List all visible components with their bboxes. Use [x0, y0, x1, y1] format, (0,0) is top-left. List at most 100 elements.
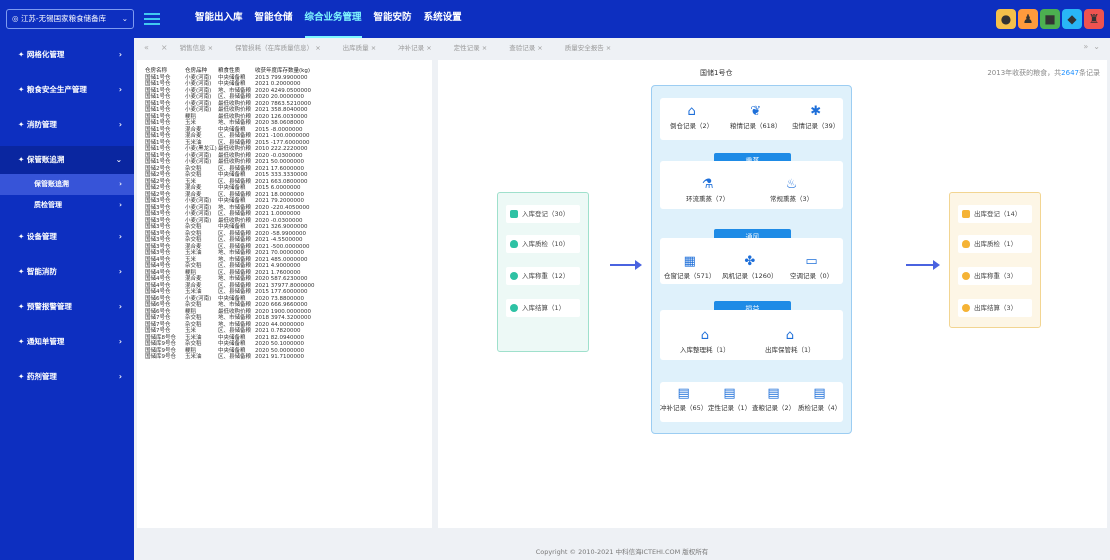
nav-item-inbound[interactable]: 智能出入库: [195, 0, 243, 38]
qualitative-record-item[interactable]: ▤ 定性记录（1）: [708, 386, 751, 412]
harvest-year: 2021: [255, 269, 269, 276]
circulation-fumigation-item[interactable]: ⚗ 环流熏蒸（7）: [686, 177, 729, 203]
stock-quantity: 485.0000000: [270, 256, 308, 263]
harvest-year: 2021: [255, 198, 269, 204]
tab-outbound-quality[interactable]: 出库质量 ×: [343, 42, 377, 52]
gear-icon: ✦: [18, 372, 27, 381]
tab-scroll-right-icon[interactable]: » ⌄: [1083, 38, 1100, 56]
inbound-loss-item[interactable]: ⌂ 入库整理耗（1）: [680, 328, 730, 354]
grain-condition-item[interactable]: ❦ 粮情记录（618）: [730, 104, 781, 130]
sidebar-item-label: 网格化管理: [26, 50, 65, 59]
summary-count: 2647: [1061, 69, 1079, 77]
stock-quantity: 82.0940000: [270, 334, 304, 341]
harvest-year: 2020: [255, 230, 269, 237]
ac-record-item[interactable]: ▭ 空调记录（0）: [790, 254, 833, 280]
sidebar-item-chemical[interactable]: ✦ 药剂管理 ›: [0, 363, 134, 391]
offset-record-item[interactable]: ▤ 冲补记录（65）: [660, 386, 707, 412]
stock-quantity: 3974.3200000: [270, 315, 311, 321]
ventilation-card: ▦ 仓窗记录（571） ✤ 风机记录（1260） ▭ 空调记录（0）: [660, 238, 843, 284]
sidebar-item-fire[interactable]: ✦ 消防管理 ›: [0, 111, 134, 139]
regular-fumigation-item[interactable]: ♨ 常规熏蒸（3）: [770, 177, 813, 203]
harvest-year: 2015: [255, 289, 269, 295]
nav-item-business[interactable]: 综合业务管理: [304, 0, 362, 38]
close-all-tabs-icon[interactable]: ×: [161, 43, 168, 52]
stock-quantity: 358.8040000: [270, 107, 308, 113]
user-icon[interactable]: ♟: [1018, 9, 1038, 29]
item-label: 出库保管耗（1）: [765, 346, 815, 354]
transfer-record-item[interactable]: ⌂ 倒仓记录（2）: [670, 104, 713, 130]
tab-qualitative-records[interactable]: 定性记录 ×: [454, 42, 488, 52]
shield-icon: [962, 240, 970, 248]
user-icon: [510, 272, 518, 280]
button-label: 入库结算（1）: [522, 304, 566, 312]
button-label: 入库称重（12）: [522, 272, 570, 280]
fan-icon: ✤: [744, 254, 756, 269]
stock-quantity: -500.0000000: [270, 243, 310, 250]
outbound-loss-item[interactable]: ⌂ 出库保管耗（1）: [765, 328, 815, 354]
sidebar-subitem-label: 保管账追溯: [34, 180, 69, 188]
sidebar-item-label: 智能消防: [26, 267, 57, 276]
window-record-item[interactable]: ▦ 仓窗记录（571）: [664, 254, 715, 280]
gear-icon: ✦: [18, 267, 27, 276]
sidebar-subitem-quality[interactable]: 质检管理 ›: [0, 195, 134, 216]
harvest-year: 2021: [255, 243, 269, 250]
sidebar-item-alarm[interactable]: ✦ 预警报警管理 ›: [0, 293, 134, 321]
sidebar-item-grid[interactable]: ✦ 网格化管理 ›: [0, 41, 134, 69]
harvest-year: 2013: [255, 74, 269, 81]
sidebar-item-notice[interactable]: ✦ 通知单管理 ›: [0, 328, 134, 356]
stock-quantity: 91.7100000: [270, 354, 304, 360]
outbound-inspection-button[interactable]: 出库质检（1）: [958, 235, 1032, 253]
harvest-year: 2021: [255, 328, 269, 334]
record-summary: 2013年收获的粮食，共2647条记录: [987, 68, 1100, 78]
tab-sales[interactable]: 销售信息 ×: [180, 42, 214, 52]
inbound-register-button[interactable]: 入库登记（30）: [506, 205, 580, 223]
sidebar-item-safety[interactable]: ✦ 粮食安全生产管理 ›: [0, 76, 134, 104]
user-group-icon[interactable]: ♜: [1084, 9, 1104, 29]
inbound-settlement-button[interactable]: 入库结算（1）: [506, 299, 580, 317]
item-label: 空调记录（0）: [790, 272, 834, 280]
house-icon: ⌂: [687, 104, 696, 119]
bell-icon[interactable]: ●: [996, 9, 1016, 29]
sidebar-subitem-trace[interactable]: 保管账追溯 ›: [0, 174, 134, 195]
fan-record-item[interactable]: ✤ 风机记录（1260）: [722, 254, 778, 280]
tab-quality-report[interactable]: 质量安全报告 ×: [565, 42, 612, 52]
harvest-year: 2020: [255, 120, 269, 126]
outbound-weighing-button[interactable]: 出库称重（3）: [958, 267, 1032, 285]
stock-quantity: 44.0000000: [270, 321, 304, 328]
inbound-inspection-button[interactable]: 入库质检（10）: [506, 235, 580, 253]
tab-scroll-left-icon[interactable]: «: [144, 43, 149, 52]
sidebar-item-trace[interactable]: ✦ 保管账追溯 ⌄: [0, 146, 134, 174]
register-icon: [962, 210, 970, 218]
tab-storage-loss[interactable]: 保管损耗（在库质量信息） ×: [235, 42, 321, 52]
quality-record-item[interactable]: ▤ 质检记录（4）: [798, 386, 841, 412]
nav-item-storage[interactable]: 智能仓储: [255, 0, 293, 38]
grain-check-record-item[interactable]: ▤ 查粮记录（2）: [752, 386, 795, 412]
harvest-year: 2015: [255, 139, 269, 146]
inventory-table-panel: 仓房名称 仓房品种 粮食性质 收获年度库存数量(kg) 国储1号仓 小麦(河南) 中央储备粮…: [137, 60, 432, 528]
gear-icon: ✦: [18, 337, 27, 346]
nav-item-settings[interactable]: 系统设置: [424, 0, 462, 38]
loss-card: ⌂ 入库整理耗（1） ⌂ 出库保管耗（1）: [660, 310, 843, 360]
tab-offset-records[interactable]: 冲补记录 ×: [398, 42, 432, 52]
tab-inspection-records[interactable]: 查验记录 ×: [509, 42, 543, 52]
tab-label: 查验记录: [509, 44, 536, 52]
sidebar-item-label: 预警报警管理: [26, 302, 72, 311]
outbound-register-button[interactable]: 出库登记（14）: [958, 205, 1032, 223]
tab-label: 冲补记录: [398, 44, 425, 52]
chat-icon[interactable]: ◆: [1062, 9, 1082, 29]
harvest-year: 2021: [255, 81, 269, 87]
sidebar-item-equipment[interactable]: ✦ 设备管理 ›: [0, 223, 134, 251]
outbound-settlement-button[interactable]: 出库结算（3）: [958, 299, 1032, 317]
table-cell: 国储库9号仓: [145, 354, 176, 360]
sidebar-item-smart-fire[interactable]: ✦ 智能消防 ›: [0, 258, 134, 286]
harvest-year: 2020: [255, 347, 269, 354]
inbound-weighing-button[interactable]: 入库称重（12）: [506, 267, 580, 285]
silo-title: 国储1号仓: [700, 69, 733, 77]
nav-item-security[interactable]: 智能安防: [374, 0, 412, 38]
item-label: 常规熏蒸（3）: [770, 195, 814, 203]
button-label: 入库登记（30）: [522, 210, 570, 218]
car-icon[interactable]: ■: [1040, 9, 1060, 29]
depot-select[interactable]: ◎ 江苏-无锡国家粮食储备库 ⌄: [6, 9, 134, 29]
pest-record-item[interactable]: ✱ 虫情记录（39）: [792, 104, 839, 130]
menu-toggle-icon[interactable]: [143, 10, 161, 28]
